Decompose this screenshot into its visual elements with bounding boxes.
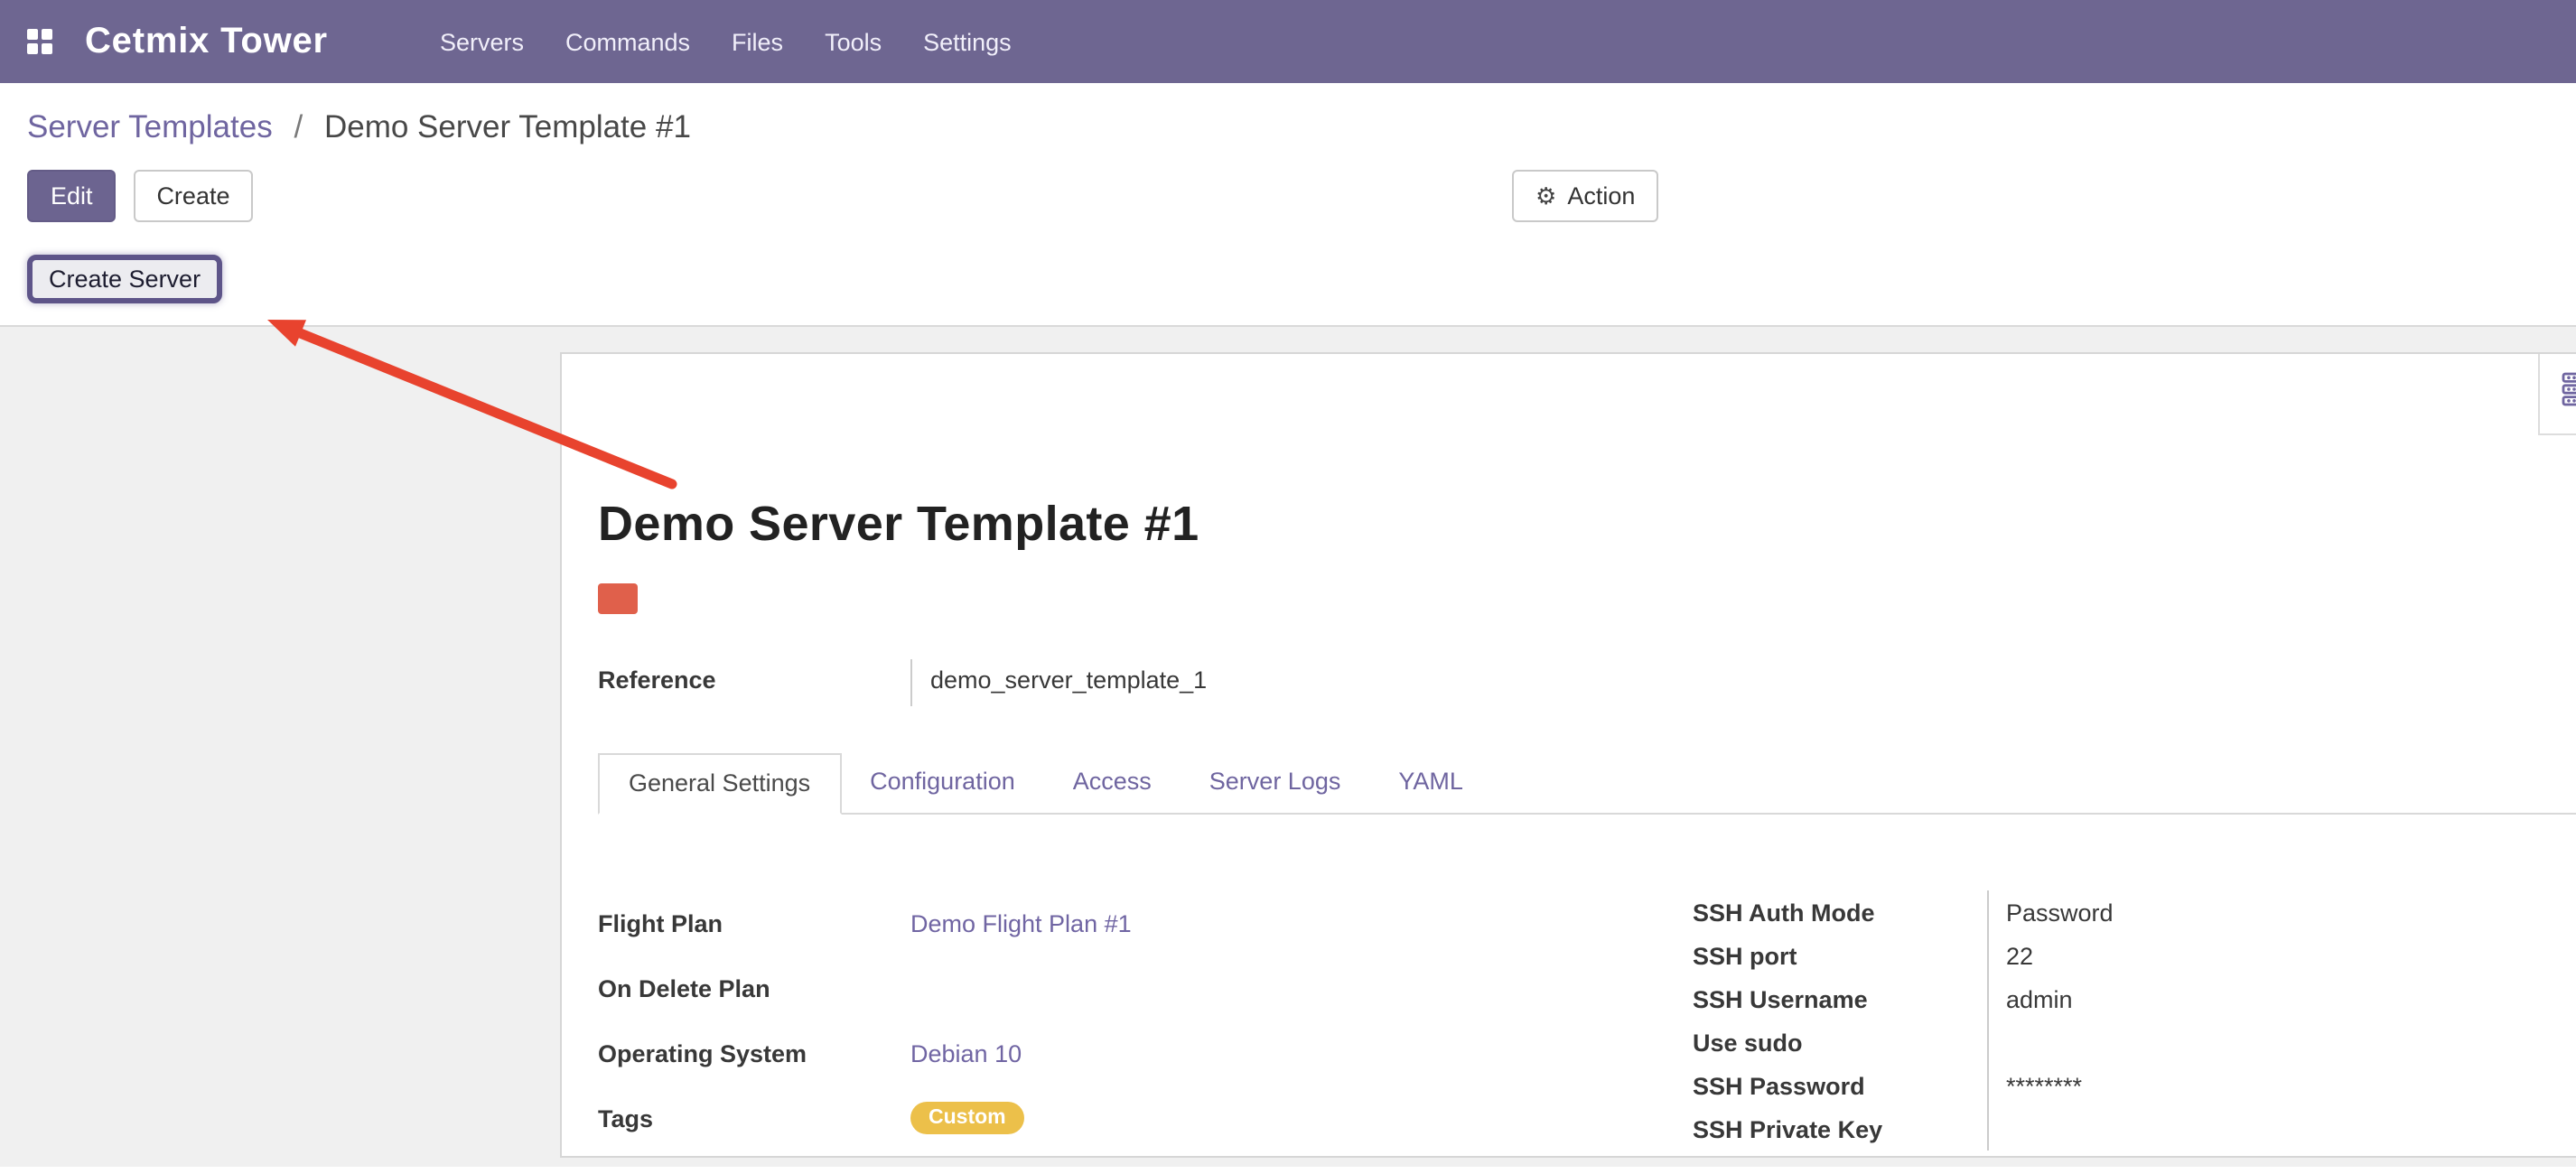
form-sheet: Demo Server Template #1 Reference demo_s… xyxy=(562,497,2576,1151)
flight-plan-label: Flight Plan xyxy=(598,890,910,955)
field-row-flight-plan: Flight Plan Demo Flight Plan #1 xyxy=(598,890,1693,955)
record-title: Demo Server Template #1 xyxy=(598,497,2576,553)
reference-label: Reference xyxy=(598,659,910,706)
content-area: 0 Servers Demo Server Template #1 Refere… xyxy=(0,325,2576,1167)
reference-field-row: Reference demo_server_template_1 xyxy=(598,659,2576,706)
tab-yaml[interactable]: YAML xyxy=(1369,753,1492,813)
menu-item-files[interactable]: Files xyxy=(732,28,783,55)
field-row-ssh-username: SSH Username admin xyxy=(1693,977,2576,1020)
breadcrumb: Server Templates / Demo Server Template … xyxy=(27,83,2549,146)
gear-icon: ⚙ xyxy=(1535,181,1556,211)
field-row-on-delete-plan: On Delete Plan xyxy=(598,955,1693,1020)
breadcrumb-separator: / xyxy=(294,108,303,144)
color-swatch xyxy=(598,583,638,614)
menu-item-settings[interactable]: Settings xyxy=(923,28,1012,55)
notebook-tabs: General Settings Configuration Access Se… xyxy=(598,753,2576,815)
operating-system-label: Operating System xyxy=(598,1020,910,1085)
ssh-auth-mode-label: SSH Auth Mode xyxy=(1693,890,1987,934)
field-row-tags: Tags Custom xyxy=(598,1085,1693,1151)
ssh-private-key-label: SSH Private Key xyxy=(1693,1107,1987,1151)
create-button[interactable]: Create xyxy=(133,170,253,222)
tab-content-general-settings: Flight Plan Demo Flight Plan #1 On Delet… xyxy=(598,890,2576,1151)
apps-grid-icon[interactable] xyxy=(27,29,52,54)
brand-title[interactable]: Cetmix Tower xyxy=(85,21,328,62)
action-menu-label: Action xyxy=(1567,181,1635,211)
breadcrumb-current: Demo Server Template #1 xyxy=(324,108,691,144)
ssh-username-value: admin xyxy=(1987,977,2576,1020)
highlight-row: Create Server xyxy=(27,255,2549,325)
left-field-group: Flight Plan Demo Flight Plan #1 On Delet… xyxy=(598,890,1693,1151)
field-row-ssh-password: SSH Password ******** xyxy=(1693,1064,2576,1107)
field-row-use-sudo: Use sudo xyxy=(1693,1020,2576,1064)
reference-value: demo_server_template_1 xyxy=(910,659,1207,706)
button-row: Edit Create ⚙ Action xyxy=(27,170,2549,224)
tab-general-settings[interactable]: General Settings xyxy=(598,753,841,815)
server-template-form-card: 0 Servers Demo Server Template #1 Refere… xyxy=(560,352,2576,1158)
app-root: Cetmix Tower Servers Commands Files Tool… xyxy=(0,0,2576,1174)
ssh-private-key-value xyxy=(1987,1107,2576,1151)
ssh-username-label: SSH Username xyxy=(1693,977,1987,1020)
use-sudo-label: Use sudo xyxy=(1693,1020,1987,1064)
main-menu: Servers Commands Files Tools Settings xyxy=(440,28,1012,55)
tag-badge-custom: Custom xyxy=(910,1102,1024,1134)
field-row-ssh-port: SSH port 22 xyxy=(1693,934,2576,977)
breadcrumb-parent-link[interactable]: Server Templates xyxy=(27,108,273,144)
on-delete-plan-value xyxy=(910,955,1693,1020)
flight-plan-link[interactable]: Demo Flight Plan #1 xyxy=(910,909,1132,936)
use-sudo-value xyxy=(1987,1020,2576,1064)
top-navbar: Cetmix Tower Servers Commands Files Tool… xyxy=(0,0,2576,83)
field-row-ssh-auth-mode: SSH Auth Mode Password xyxy=(1693,890,2576,934)
ssh-password-label: SSH Password xyxy=(1693,1064,1987,1107)
ssh-port-value: 22 xyxy=(1987,934,2576,977)
tags-label: Tags xyxy=(598,1085,910,1151)
tab-configuration[interactable]: Configuration xyxy=(841,753,1044,813)
ssh-password-value: ******** xyxy=(1987,1064,2576,1107)
tab-access[interactable]: Access xyxy=(1044,753,1181,813)
right-field-group: SSH Auth Mode Password SSH port 22 SSH U… xyxy=(1693,890,2576,1151)
on-delete-plan-label: On Delete Plan xyxy=(598,955,910,1020)
edit-button[interactable]: Edit xyxy=(27,170,117,222)
menu-item-servers[interactable]: Servers xyxy=(440,28,524,55)
operating-system-link[interactable]: Debian 10 xyxy=(910,1039,1022,1067)
control-panel: Server Templates / Demo Server Template … xyxy=(0,83,2576,325)
field-row-operating-system: Operating System Debian 10 xyxy=(598,1020,1693,1085)
tab-server-logs[interactable]: Server Logs xyxy=(1181,753,1370,813)
servers-stat-button[interactable]: 0 Servers xyxy=(2538,354,2576,435)
ssh-auth-mode-value: Password xyxy=(1987,890,2576,934)
menu-item-commands[interactable]: Commands xyxy=(565,28,690,55)
action-menu-button[interactable]: ⚙ Action xyxy=(1512,170,1658,222)
create-server-button[interactable]: Create Server xyxy=(27,255,222,303)
menu-item-tools[interactable]: Tools xyxy=(825,28,882,55)
ssh-port-label: SSH port xyxy=(1693,934,1987,977)
field-row-ssh-private-key: SSH Private Key xyxy=(1693,1107,2576,1151)
servers-rack-icon xyxy=(2562,372,2576,415)
